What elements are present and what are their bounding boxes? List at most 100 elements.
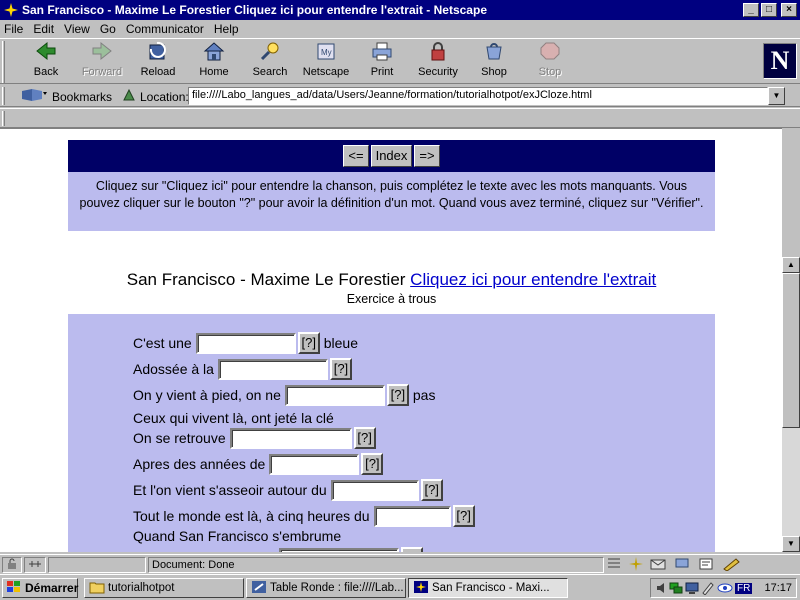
start-label: Démarrer <box>25 581 79 595</box>
vertical-scrollbar[interactable]: ▲ ▼ <box>782 257 800 552</box>
gap-input[interactable] <box>269 453 360 475</box>
pen-icon[interactable] <box>701 581 715 595</box>
location-grip[interactable] <box>2 87 5 105</box>
task-san-francisco[interactable]: San Francisco - Maxi... <box>408 578 568 598</box>
close-button[interactable]: × <box>781 3 797 17</box>
netscape-label: Netscape <box>302 66 350 78</box>
hint-button[interactable]: [?] <box>452 505 475 527</box>
task-tutorialhotpot[interactable]: tutorialhotpot <box>84 578 244 598</box>
gap-input[interactable] <box>284 384 385 406</box>
display-icon[interactable] <box>685 581 699 595</box>
hint-button[interactable]: [?] <box>386 384 409 406</box>
hint-button[interactable]: [?] <box>361 453 384 475</box>
line-text: Et l'on vient s'asseoir autour du <box>133 482 327 498</box>
speaker-icon[interactable] <box>655 581 667 595</box>
location-bar: Bookmarks Location: file:////Labo_langue… <box>0 85 800 107</box>
maximize-button[interactable]: □ <box>761 3 777 17</box>
listen-link[interactable]: Cliquez ici pour entendre l'extrait <box>410 270 656 289</box>
gap-input[interactable] <box>279 547 399 552</box>
hint-button[interactable]: [?] <box>329 358 352 380</box>
location-input[interactable]: file:////Labo_langues_ad/data/Users/Jean… <box>188 87 768 105</box>
network-icon[interactable] <box>669 581 683 595</box>
composer-component-icon[interactable] <box>698 557 716 574</box>
status-text: Document: Done <box>148 557 604 573</box>
song-title: San Francisco - Maxime Le Forestier <box>126 270 406 289</box>
scroll-up-button[interactable]: ▲ <box>782 257 800 273</box>
next-button[interactable]: => <box>414 145 440 167</box>
netscape-button[interactable]: My Netscape <box>298 42 354 82</box>
scroll-down-button[interactable]: ▼ <box>782 536 800 552</box>
security-button[interactable]: Security <box>410 42 466 82</box>
stop-label: Stop <box>538 66 562 78</box>
bookmarks-label: Bookmarks <box>52 89 113 104</box>
cloze-line-partial: [?] <box>133 547 427 552</box>
minimize-button[interactable]: _ <box>743 3 759 17</box>
home-button[interactable]: Home <box>186 42 242 82</box>
eye-icon[interactable] <box>717 581 733 595</box>
shop-label: Shop <box>481 66 507 78</box>
exercise-subtitle: Exercice à trous <box>346 292 437 306</box>
location-dropdown-button[interactable]: ▼ <box>768 87 785 105</box>
hint-button[interactable]: [?] <box>401 547 423 552</box>
line-text: Tout le monde est là, à cinq heures du <box>133 508 370 524</box>
gap-input[interactable] <box>330 479 419 501</box>
bookmarks-button[interactable]: Bookmarks <box>20 87 112 106</box>
stop-button[interactable]: Stop <box>522 42 578 82</box>
security-label: Security <box>418 66 458 78</box>
home-label: Home <box>199 66 229 78</box>
line-text: Quand San Francisco s'embrume <box>133 528 342 544</box>
cloze-line: Apres des années de [?] <box>133 453 387 475</box>
search-button[interactable]: Search <box>242 42 298 82</box>
prev-button[interactable]: <= <box>343 145 369 167</box>
print-button[interactable]: Print <box>354 42 410 82</box>
chevron-down-icon: ▼ <box>772 91 781 100</box>
task-label: tutorialhotpot <box>108 582 175 594</box>
page-proxy-icon[interactable] <box>122 88 136 105</box>
bookmarks-icon <box>20 87 48 106</box>
hint-button[interactable]: [?] <box>420 479 443 501</box>
index-button[interactable]: Index <box>370 145 413 167</box>
netscape-logo[interactable]: N <box>763 43 797 79</box>
navigator-component-icon[interactable] <box>606 557 622 574</box>
gap-input[interactable] <box>373 505 451 527</box>
hint-button[interactable]: [?] <box>297 332 320 354</box>
task-table-ronde[interactable]: Table Ronde : file:////Lab... <box>246 578 406 598</box>
search-label: Search <box>252 66 288 78</box>
clock[interactable]: 17:17 <box>764 582 792 594</box>
cloze-line: Tout le monde est là, à cinq heures du [… <box>133 505 479 527</box>
reload-button[interactable]: Reload <box>130 41 186 82</box>
menu-go[interactable]: Go <box>100 22 116 36</box>
hint-button[interactable]: [?] <box>353 427 376 449</box>
line-text: C'est une <box>133 335 192 351</box>
instructions: Cliquez sur "Cliquez ici" pour entendre … <box>68 172 715 231</box>
menu-file[interactable]: File <box>4 22 23 36</box>
gap-input[interactable] <box>195 332 296 354</box>
personal-toolbar-grip[interactable] <box>2 111 5 126</box>
lock-icon <box>427 41 449 64</box>
start-button[interactable]: Démarrer <box>2 578 78 598</box>
location-label-group: Location: <box>122 88 189 105</box>
menu-view[interactable]: View <box>64 22 90 36</box>
mail-component-icon[interactable] <box>650 557 668 574</box>
reload-icon <box>147 41 169 64</box>
shop-button[interactable]: Shop <box>466 42 522 82</box>
forward-button[interactable]: Forward <box>74 41 130 82</box>
netscape-component-icon[interactable] <box>628 557 644 574</box>
reload-label: Reload <box>140 66 176 78</box>
netscape-icon: My <box>315 41 337 64</box>
edit-component-icon[interactable] <box>722 557 744 574</box>
discussion-component-icon[interactable] <box>674 557 692 574</box>
cloze-line: Adossée à la [?] <box>133 358 356 380</box>
menu-edit[interactable]: Edit <box>33 22 54 36</box>
line-text: Ceux qui vivent là, ont jeté la clé <box>133 410 334 426</box>
menu-help[interactable]: Help <box>214 22 239 36</box>
scroll-thumb[interactable] <box>782 273 800 428</box>
menu-communicator[interactable]: Communicator <box>126 22 204 36</box>
gap-input[interactable] <box>229 427 352 449</box>
back-button[interactable]: Back <box>18 41 74 82</box>
gap-input[interactable] <box>217 358 328 380</box>
toolbar-grip[interactable] <box>2 41 5 83</box>
language-indicator[interactable]: FR <box>735 582 753 594</box>
security-status-icon[interactable] <box>2 557 22 573</box>
print-label: Print <box>370 66 394 78</box>
